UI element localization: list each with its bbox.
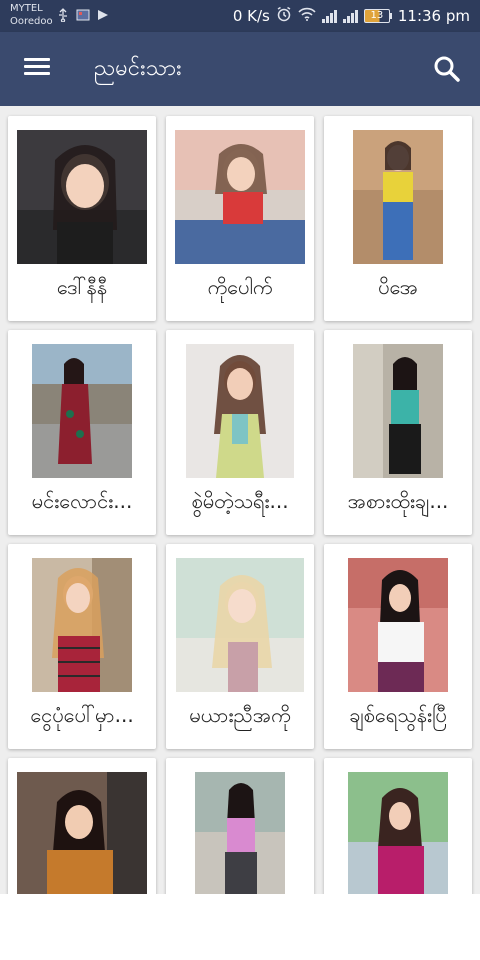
poster-image	[348, 772, 448, 894]
movie-title: ချစ်ရေသွန်းပြီ	[349, 703, 447, 727]
status-bar: MYTEL Ooredoo 0 K/s 13 11:36 pm	[0, 0, 480, 32]
page-title: ညမင်းသား	[94, 56, 182, 81]
movie-card[interactable]: ပိအေ	[324, 116, 472, 321]
wifi-icon	[298, 7, 316, 25]
poster-image	[17, 130, 147, 264]
image-icon	[76, 8, 90, 22]
movie-card[interactable]: ငွေပုံပေါ်မှာ...	[8, 544, 156, 749]
movie-grid[interactable]: ဒေါ်နီနီ ကိုပေါက် ပိအေ မင်းလောင်း... စွဲ…	[0, 106, 480, 894]
bottom-area	[0, 894, 480, 960]
movie-title: မယားညီအကို	[189, 703, 291, 727]
notification-icons	[56, 8, 110, 23]
poster-image	[176, 558, 304, 692]
movie-title: ငွေပုံပေါ်မှာ...	[30, 703, 134, 727]
poster-image	[32, 558, 132, 692]
movie-title: ဒေါ်နီနီ	[56, 275, 108, 299]
movie-title: စွဲမိတဲ့သရီး...	[191, 489, 289, 513]
movie-card[interactable]: အစားထိုးချ...	[324, 330, 472, 535]
poster-image	[17, 772, 147, 894]
battery-icon: 13	[363, 9, 392, 23]
poster-image	[32, 344, 132, 478]
movie-title: အစားထိုးချ...	[347, 489, 449, 513]
media-icon	[96, 8, 110, 22]
poster-image	[353, 130, 443, 264]
app-bar: ညမင်းသား	[0, 32, 480, 106]
poster-image	[186, 344, 294, 478]
status-right: 0 K/s 13 11:36 pm	[233, 6, 470, 26]
battery-level: 13	[363, 9, 390, 23]
movie-card[interactable]: ကိုပေါက်	[166, 116, 314, 321]
carrier-line-1: MYTEL	[10, 3, 43, 14]
signal-icon	[342, 9, 358, 23]
usb-icon	[56, 8, 70, 23]
movie-card[interactable]: ဒေါ်နီနီ	[8, 116, 156, 321]
search-icon[interactable]	[430, 52, 464, 86]
poster-image	[195, 772, 285, 894]
movie-card[interactable]	[166, 758, 314, 894]
movie-card[interactable]	[324, 758, 472, 894]
net-speed: 0 K/s	[232, 7, 270, 25]
movie-title: မင်းလောင်း...	[31, 489, 133, 513]
movie-card[interactable]: မင်းလောင်း...	[8, 330, 156, 535]
movie-title: ကိုပေါက်	[207, 275, 273, 299]
poster-image	[353, 344, 443, 478]
clock: 11:36 pm	[397, 7, 470, 25]
poster-image	[175, 130, 305, 264]
poster-image	[348, 558, 448, 692]
movie-title: ပိအေ	[378, 275, 418, 299]
movie-card[interactable]: မယားညီအကို	[166, 544, 314, 749]
carrier-line-2: Ooredoo	[10, 16, 53, 27]
alarm-icon	[276, 6, 292, 26]
carrier-label: MYTEL Ooredoo	[10, 2, 53, 28]
signal-icon	[321, 9, 337, 23]
movie-card[interactable]: ချစ်ရေသွန်းပြီ	[324, 544, 472, 749]
hamburger-menu-icon[interactable]	[20, 54, 54, 84]
movie-card[interactable]: စွဲမိတဲ့သရီး...	[166, 330, 314, 535]
movie-card[interactable]	[8, 758, 156, 894]
